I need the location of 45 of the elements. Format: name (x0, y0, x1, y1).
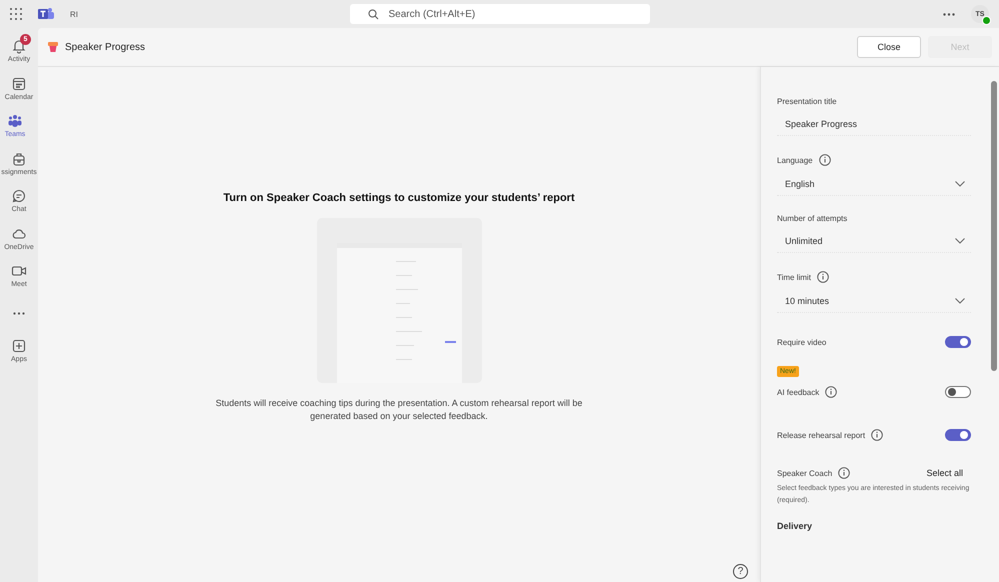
chevron-down-icon (955, 298, 965, 304)
org-label: RI (70, 10, 78, 18)
toggle-switch[interactable] (945, 429, 971, 441)
info-icon[interactable] (818, 154, 831, 166)
help-button[interactable]: ? (733, 564, 748, 579)
field-label: Number of attempts (777, 214, 848, 223)
info-icon[interactable] (838, 467, 850, 479)
toggle-switch[interactable] (945, 336, 971, 348)
page-title: Speaker Progress (65, 42, 146, 52)
toggle-switch[interactable] (945, 386, 971, 398)
search-icon (368, 9, 378, 20)
more-icon (13, 312, 25, 315)
chevron-down-icon (955, 238, 965, 244)
info-icon[interactable] (816, 271, 829, 283)
info-icon[interactable] (825, 386, 838, 398)
toggle-label: Require video (777, 338, 826, 346)
calendar-icon (11, 76, 27, 92)
field-label: Time limit (777, 272, 811, 282)
toggle-label: Release rehearsal report (777, 430, 866, 440)
field-label: Presentation title (777, 97, 837, 106)
plus-icon (11, 338, 27, 354)
dropdown[interactable]: English (777, 173, 971, 196)
more-options-icon[interactable] (943, 12, 955, 16)
toggle-label: AI feedback (777, 388, 820, 396)
header-button[interactable]: Close (857, 36, 921, 58)
teams-logo-icon[interactable] (38, 7, 54, 21)
section-heading: Delivery (777, 520, 814, 531)
field-label: Language (777, 156, 813, 164)
chat-icon (11, 188, 27, 204)
presence-dot-icon (982, 16, 991, 25)
dropdown[interactable]: Unlimited (777, 230, 971, 253)
app-launcher-icon[interactable] (10, 8, 22, 20)
empty-state-heading: Turn on Speaker Coach settings to customize your students’ report (223, 192, 575, 204)
bell-icon (11, 38, 27, 54)
search-field[interactable]: Search (Ctrl+Alt+E) (350, 4, 650, 24)
input-field[interactable]: Speaker Progress (777, 113, 971, 136)
podium-icon (48, 42, 58, 52)
chevron-down-icon (955, 181, 965, 187)
backpack-icon (11, 150, 27, 167)
section-label: Speaker Coach (777, 468, 832, 478)
dropdown[interactable]: 10 minutes (777, 290, 971, 313)
info-icon[interactable] (871, 429, 884, 441)
empty-state-description: Students will receive coaching tips during the presentation. A custom rehearsal report will be generated based on your selected feedback. (214, 396, 584, 423)
select-all-button[interactable]: Select all (926, 468, 963, 478)
people-icon (7, 113, 23, 130)
